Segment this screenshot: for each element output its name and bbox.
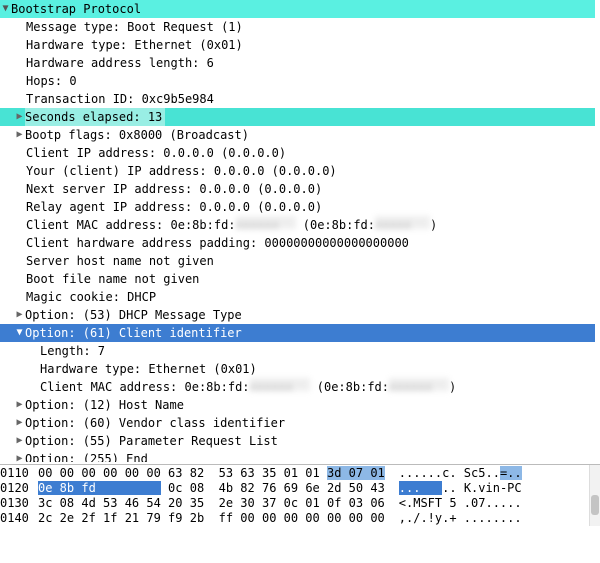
hex-row: 0110 00 00 00 00 00 00 63 82 53 63 35 01… <box>0 466 600 481</box>
hex-row: 0140 2c 2e 2f 1f 21 79 f9 2b ff 00 00 00… <box>0 511 600 526</box>
triangle-right-icon: ▶ <box>14 432 25 450</box>
hex-offset: 0120 <box>0 481 38 496</box>
tree-item-opt61-selected[interactable]: ▼Option: (61) Client identifier <box>0 324 595 342</box>
hex-bytes-selected: 0e 8b fd <box>38 481 161 495</box>
triangle-down-icon: ▼ <box>14 324 25 342</box>
tree-item-siaddr[interactable]: Next server IP address: 0.0.0.0 (0.0.0.0… <box>0 180 600 198</box>
triangle-right-icon: ▶ <box>14 108 25 126</box>
tree-item-hw-addr-len[interactable]: Hardware address length: 6 <box>0 54 600 72</box>
tree-item-xid[interactable]: Transaction ID: 0xc9b5e984 <box>0 90 600 108</box>
tree-item-opt12[interactable]: ▶Option: (12) Host Name <box>0 396 600 414</box>
tree-item-seconds-elapsed[interactable]: ▶ Seconds elapsed: 13 <box>0 108 595 126</box>
tree-item-hardware-type[interactable]: Hardware type: Ethernet (0x01) <box>0 36 600 54</box>
scrollbar-thumb[interactable] <box>591 495 599 515</box>
hex-scrollbar[interactable] <box>589 465 600 526</box>
hex-offset: 0140 <box>0 511 38 526</box>
tree-item-opt61-length[interactable]: Length: 7 <box>0 342 600 360</box>
tree-item-opt61-hwtype[interactable]: Hardware type: Ethernet (0x01) <box>0 360 600 378</box>
hex-row: 0120 0e 8b fd 0c 08 4b 82 76 69 6e 2d 50… <box>0 481 600 496</box>
hex-offset: 0130 <box>0 496 38 511</box>
tree-item-opt61-mac[interactable]: Client MAC address: 0e:8b:fd:xxxxxx (0e:… <box>0 378 600 396</box>
hex-pane[interactable]: 0110 00 00 00 00 00 00 63 82 53 63 35 01… <box>0 464 600 526</box>
tree-item-file[interactable]: Boot file name not given <box>0 270 600 288</box>
tree-item-giaddr[interactable]: Relay agent IP address: 0.0.0.0 (0.0.0.0… <box>0 198 600 216</box>
tree-item-message-type[interactable]: Message type: Boot Request (1) <box>0 18 600 36</box>
tree-item-sname[interactable]: Server host name not given <box>0 252 600 270</box>
tree-item-chaddr[interactable]: Client MAC address: 0e:8b:fd:xxxxxx (0e:… <box>0 216 600 234</box>
tree-header-bootstrap[interactable]: ▼ Bootstrap Protocol <box>0 0 595 18</box>
triangle-right-icon: ▶ <box>14 306 25 324</box>
redacted-mac: xxxxxx <box>250 378 310 391</box>
tree-header-label: Bootstrap Protocol <box>11 0 141 18</box>
hex-bytes-highlight: 3d 07 01 <box>327 466 385 480</box>
tree-item-opt53[interactable]: ▶Option: (53) DHCP Message Type <box>0 306 600 324</box>
triangle-down-icon: ▼ <box>0 0 11 18</box>
triangle-right-icon: ▶ <box>14 414 25 432</box>
hex-offset: 0110 <box>0 466 38 481</box>
redacted-mac: xxxxxx <box>389 378 449 391</box>
tree-item-opt60[interactable]: ▶Option: (60) Vendor class identifier <box>0 414 600 432</box>
redacted-mac: xxxxx <box>375 216 430 229</box>
hex-row: 0130 3c 08 4d 53 46 54 20 35 2e 30 37 0c… <box>0 496 600 511</box>
triangle-right-icon: ▶ <box>14 450 25 462</box>
redacted-mac: xxxxxx <box>236 216 296 229</box>
triangle-right-icon: ▶ <box>14 396 25 414</box>
tree-item-hops[interactable]: Hops: 0 <box>0 72 600 90</box>
tree-item-opt255[interactable]: ▶Option: (255) End <box>0 450 600 462</box>
tree-item-bootp-flags[interactable]: ▶Bootp flags: 0x8000 (Broadcast) <box>0 126 600 144</box>
triangle-right-icon: ▶ <box>14 126 25 144</box>
tree-item-ciaddr[interactable]: Client IP address: 0.0.0.0 (0.0.0.0) <box>0 144 600 162</box>
tree-item-chaddr-padding[interactable]: Client hardware address padding: 0000000… <box>0 234 600 252</box>
tree-item-yiaddr[interactable]: Your (client) IP address: 0.0.0.0 (0.0.0… <box>0 162 600 180</box>
tree-item-opt55[interactable]: ▶Option: (55) Parameter Request List <box>0 432 600 450</box>
tree-item-magic[interactable]: Magic cookie: DHCP <box>0 288 600 306</box>
